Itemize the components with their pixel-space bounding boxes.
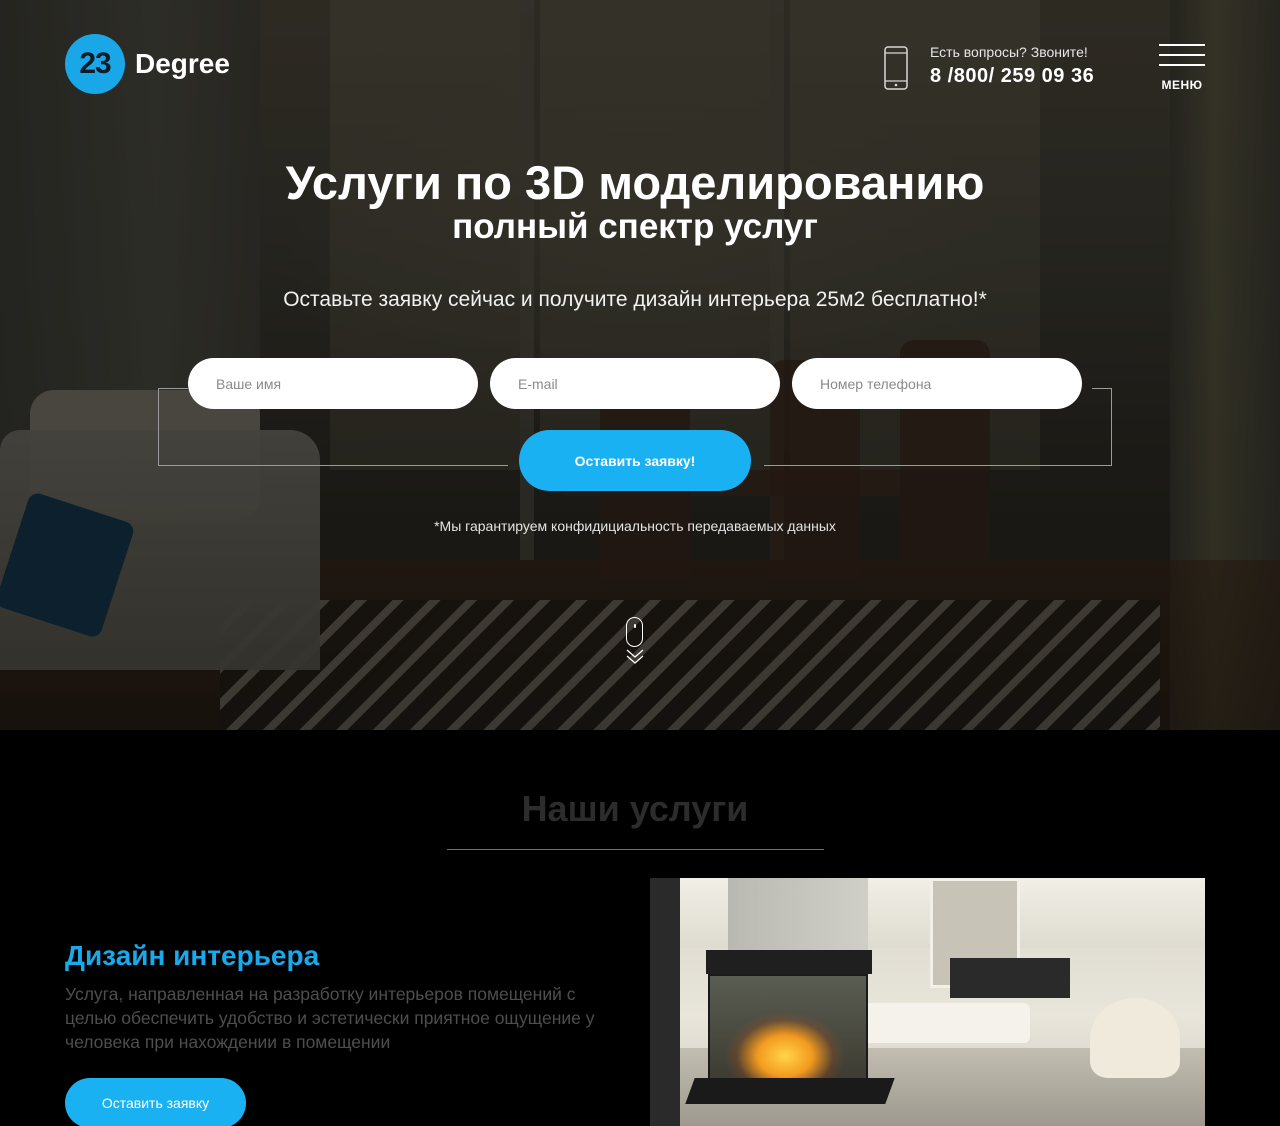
privacy-note: *Мы гарантируем конфидициальность переда… (434, 518, 836, 534)
logo[interactable]: 23 Degree (65, 34, 230, 94)
scroll-mouse-icon (626, 617, 643, 647)
menu-label: МЕНЮ (1161, 78, 1203, 92)
services-title: Наши услуги (521, 788, 749, 829)
submit-request-button[interactable]: Оставить заявку! (519, 430, 751, 491)
menu-icon (1159, 44, 1205, 66)
service-image (650, 878, 1205, 1126)
contact-text: Есть вопросы? Звоните! 8 /800/ 259 09 36 (930, 44, 1094, 88)
contact-phone-number[interactable]: 8 /800/ 259 09 36 (930, 65, 1094, 88)
menu-button[interactable]: МЕНЮ (1159, 44, 1205, 92)
phone-input[interactable] (792, 358, 1082, 409)
contact-question: Есть вопросы? Звоните! (930, 44, 1088, 60)
form-frame-right (1092, 388, 1112, 466)
form-frame-left-bottom (158, 465, 508, 466)
hero-subtitle: полный спектр услуг (452, 207, 818, 246)
services-divider (447, 849, 824, 850)
hero-title: Услуги по 3D моделированию (285, 156, 985, 209)
name-input[interactable] (188, 358, 478, 409)
logo-text: Degree (135, 48, 230, 79)
phone-icon (884, 46, 908, 90)
double-chevron-down-icon (626, 649, 644, 664)
email-input[interactable] (490, 358, 780, 409)
logo-badge: 23 (65, 34, 125, 94)
hero-offer: Оставьте заявку сейчас и получите дизайн… (283, 288, 987, 311)
service-request-button[interactable]: Оставить заявку (65, 1078, 246, 1126)
service-heading: Дизайн интерьера (65, 940, 320, 971)
header-contact: Есть вопросы? Звоните! 8 /800/ 259 09 36 (884, 44, 1094, 90)
form-frame-right-bottom (764, 465, 1112, 466)
form-frame-left (158, 388, 188, 466)
scroll-down-indicator[interactable] (626, 617, 644, 670)
service-description: Услуга, направленная на разработку интер… (65, 984, 595, 1052)
